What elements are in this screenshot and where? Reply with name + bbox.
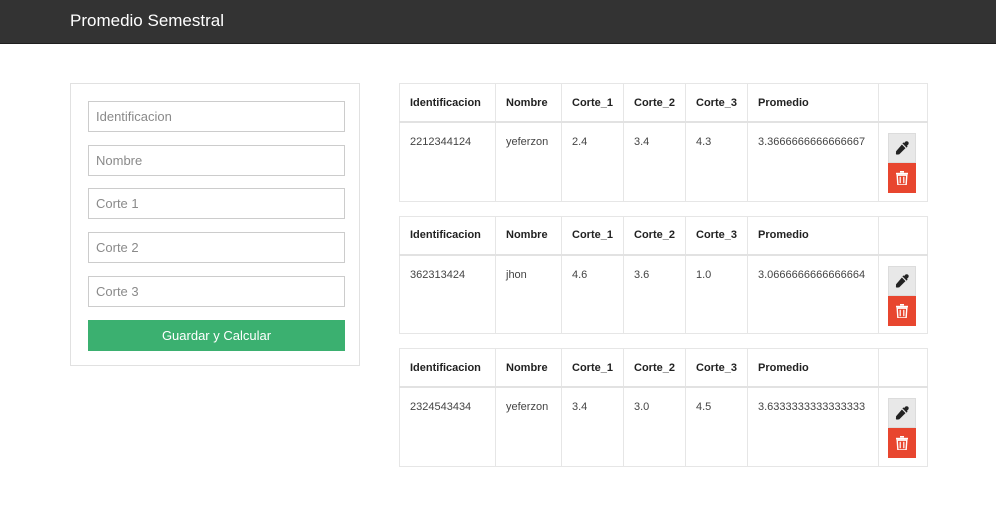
header-corte-3: Corte_3 [685, 348, 748, 388]
table-row: 2324543434 yeferzon 3.4 3.0 4.5 3.633333… [399, 387, 928, 466]
table-row: 2212344124 yeferzon 2.4 3.4 4.3 3.366666… [399, 122, 928, 201]
cell-corte-3: 4.5 [685, 387, 748, 466]
cell-actions [878, 387, 928, 466]
save-calculate-button[interactable]: Guardar y Calcular [88, 320, 345, 351]
cell-identificacion: 2212344124 [399, 122, 496, 201]
student-form: Guardar y Calcular [70, 83, 360, 366]
table-header-row: Identificacion Nombre Corte_1 Corte_2 Co… [399, 83, 928, 123]
cell-corte-2: 3.6 [623, 254, 686, 334]
header-corte-1: Corte_1 [561, 216, 624, 256]
edit-button[interactable] [888, 398, 916, 428]
cell-corte-2: 3.4 [623, 122, 686, 201]
eyedropper-icon [895, 406, 909, 420]
header-corte-3: Corte_3 [685, 216, 748, 256]
trash-icon [896, 303, 908, 318]
record-table: Identificacion Nombre Corte_1 Corte_2 Co… [399, 348, 928, 467]
cell-identificacion: 362313424 [399, 254, 496, 334]
cell-actions [878, 254, 928, 334]
header-actions [878, 83, 928, 123]
trash-icon [896, 436, 908, 450]
cell-corte-3: 1.0 [685, 254, 748, 334]
identificacion-input[interactable] [88, 101, 345, 132]
cell-nombre: jhon [495, 254, 562, 334]
header-corte-2: Corte_2 [623, 83, 686, 123]
header-identificacion: Identificacion [399, 83, 496, 123]
cell-corte-3: 4.3 [685, 122, 748, 201]
delete-button[interactable] [888, 428, 916, 458]
delete-button[interactable] [888, 163, 916, 193]
header-actions [878, 348, 928, 388]
header-nombre: Nombre [495, 348, 562, 388]
header-promedio: Promedio [747, 216, 879, 256]
header-corte-2: Corte_2 [623, 216, 686, 256]
header-actions [878, 216, 928, 256]
top-navbar: Promedio Semestral [0, 0, 996, 44]
cell-identificacion: 2324543434 [399, 387, 496, 466]
app-title[interactable]: Promedio Semestral [70, 10, 224, 32]
table-row: 362313424 jhon 4.6 3.6 1.0 3.06666666666… [399, 254, 928, 334]
eyedropper-icon [895, 141, 909, 155]
edit-button[interactable] [888, 133, 916, 163]
cell-promedio: 3.3666666666666667 [747, 122, 879, 201]
table-header-row: Identificacion Nombre Corte_1 Corte_2 Co… [399, 216, 928, 256]
corte3-input[interactable] [88, 276, 345, 307]
cell-nombre: yeferzon [495, 122, 562, 201]
header-nombre: Nombre [495, 83, 562, 123]
header-promedio: Promedio [747, 348, 879, 388]
cell-corte-1: 2.4 [561, 122, 624, 201]
header-nombre: Nombre [495, 216, 562, 256]
corte1-input[interactable] [88, 188, 345, 219]
edit-button[interactable] [888, 265, 916, 296]
table-header-row: Identificacion Nombre Corte_1 Corte_2 Co… [399, 348, 928, 388]
records-list: Identificacion Nombre Corte_1 Corte_2 Co… [399, 83, 928, 481]
cell-promedio: 3.6333333333333333 [747, 387, 879, 466]
cell-corte-1: 3.4 [561, 387, 624, 466]
cell-corte-1: 4.6 [561, 254, 624, 334]
cell-actions [878, 122, 928, 201]
cell-promedio: 3.0666666666666664 [747, 254, 879, 334]
delete-button[interactable] [888, 295, 916, 326]
header-identificacion: Identificacion [399, 348, 496, 388]
header-identificacion: Identificacion [399, 216, 496, 256]
trash-icon [896, 171, 908, 185]
cell-corte-2: 3.0 [623, 387, 686, 466]
header-corte-1: Corte_1 [561, 348, 624, 388]
eyedropper-icon [895, 273, 909, 288]
header-corte-1: Corte_1 [561, 83, 624, 123]
corte2-input[interactable] [88, 232, 345, 263]
nombre-input[interactable] [88, 145, 345, 176]
record-table: Identificacion Nombre Corte_1 Corte_2 Co… [399, 215, 928, 334]
header-corte-3: Corte_3 [685, 83, 748, 123]
record-table: Identificacion Nombre Corte_1 Corte_2 Co… [399, 83, 928, 202]
header-corte-2: Corte_2 [623, 348, 686, 388]
cell-nombre: yeferzon [495, 387, 562, 466]
header-promedio: Promedio [747, 83, 879, 123]
